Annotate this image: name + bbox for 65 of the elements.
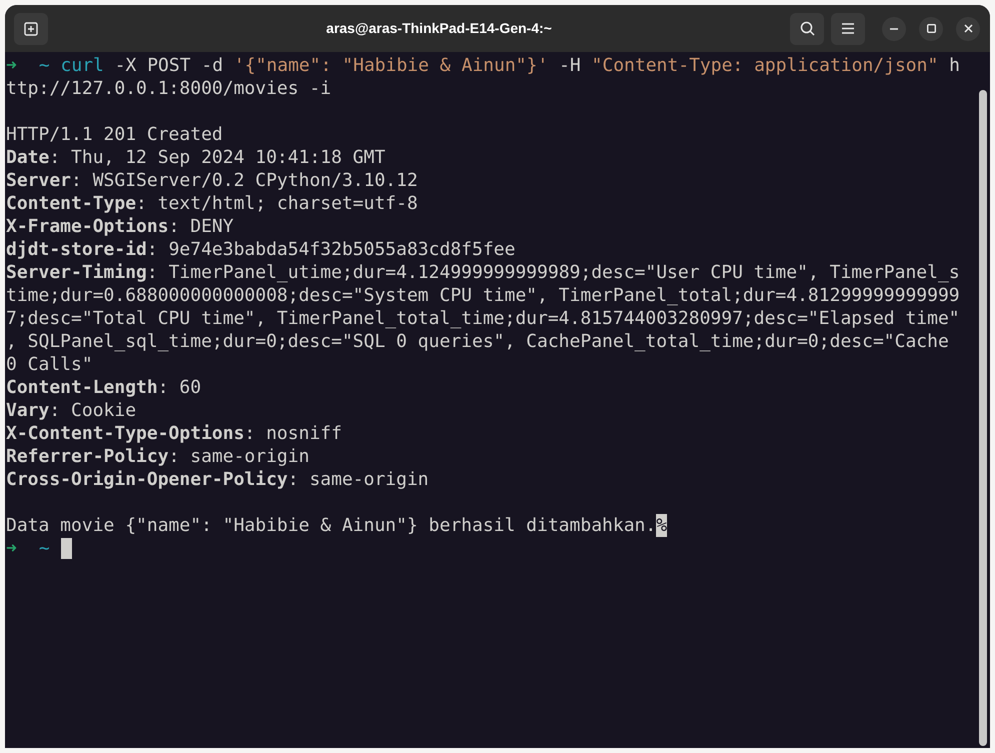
header-name: Server bbox=[6, 169, 72, 192]
header-value: TimerPanel_utime;dur=4.124999999999989;desc="User CPU time", TimerPanel_s bbox=[168, 261, 960, 284]
header-colon: : bbox=[168, 215, 180, 238]
maximize-button[interactable] bbox=[919, 16, 943, 40]
header-value: Cookie bbox=[71, 399, 136, 422]
header-name: X-Content-Type-Options bbox=[6, 422, 244, 445]
header-value: 60 bbox=[179, 376, 202, 399]
header-colon: : bbox=[136, 192, 147, 215]
header-value: nosniff bbox=[266, 422, 342, 445]
header-name: Cross-Origin-Opener-Policy bbox=[6, 468, 288, 491]
prompt-directory: ~ bbox=[38, 537, 50, 560]
command-token: h bbox=[949, 54, 960, 77]
minimize-icon bbox=[890, 28, 898, 30]
header-value: same-origin bbox=[309, 468, 429, 491]
output-line: Data movie {"name": "Habibie & Ainun"} berhasil ditambahkan. bbox=[6, 514, 656, 537]
close-icon bbox=[964, 24, 972, 33]
header-colon: : bbox=[244, 422, 256, 445]
header-colon: : bbox=[49, 399, 60, 422]
prompt-arrow: ➜ bbox=[6, 537, 17, 560]
output-line: time;dur=0.688000000000008;desc="System CPU time", TimerPanel_total;dur=4.81299999999999 bbox=[6, 284, 960, 307]
header-colon: : bbox=[49, 146, 60, 169]
header-value: same-origin bbox=[190, 445, 310, 468]
header-name: Content-Type bbox=[6, 192, 136, 215]
menu-button[interactable] bbox=[831, 12, 865, 44]
header-name: Server-Timing bbox=[6, 261, 147, 284]
command-token: -X POST -d bbox=[114, 54, 224, 77]
window-title: aras@aras-ThinkPad-E14-Gen-4:~ bbox=[326, 19, 552, 38]
output-line: HTTP/1.1 201 Created bbox=[6, 123, 223, 146]
output-line: 7;desc="Total CPU time", TimerPanel_total_time;dur=4.815744003280997;desc="Elapsed time" bbox=[6, 307, 960, 330]
header-value: text/html; charset=utf-8 bbox=[158, 192, 418, 215]
output-line: ttp://127.0.0.1:8000/movies -i bbox=[6, 77, 332, 100]
maximize-icon bbox=[926, 24, 936, 33]
search-icon bbox=[800, 21, 814, 36]
header-name: Vary bbox=[6, 399, 50, 422]
header-name: Referrer-Policy bbox=[6, 445, 169, 468]
header-colon: : bbox=[158, 376, 169, 399]
header-name: djdt-store-id bbox=[6, 238, 147, 261]
new-tab-button[interactable] bbox=[14, 12, 48, 44]
header-colon: : bbox=[288, 468, 299, 491]
prompt-directory: ~ bbox=[38, 54, 50, 77]
prompt-arrow: ➜ bbox=[6, 54, 17, 77]
header-colon: : bbox=[146, 261, 158, 284]
header-colon: : bbox=[146, 238, 158, 261]
command-token: "Content-Type: application/json" bbox=[592, 54, 938, 77]
header-value: WSGIServer/0.2 CPython/3.10.12 bbox=[92, 169, 418, 192]
header-value: 9e74e3babda54f32b5055a83cd8f5fee bbox=[168, 238, 516, 261]
header-name: X-Frame-Options bbox=[6, 215, 169, 238]
minimize-button[interactable] bbox=[882, 16, 906, 40]
text-cursor bbox=[60, 538, 72, 559]
header-value: DENY bbox=[190, 215, 234, 238]
close-button[interactable] bbox=[956, 16, 980, 40]
end-of-line-mark: % bbox=[656, 514, 668, 537]
output-line: , SQLPanel_sql_time;dur=0;desc="SQL 0 queries", CachePanel_total_time;dur=0;desc="Cache bbox=[6, 330, 949, 353]
header-name: Date bbox=[6, 146, 50, 169]
output-line: 0 Calls" bbox=[6, 353, 93, 376]
command-token: -H bbox=[559, 54, 581, 77]
header-colon: : bbox=[71, 169, 82, 192]
new-tab-icon bbox=[24, 22, 38, 36]
menu-icon bbox=[842, 23, 854, 34]
command-token: curl bbox=[60, 54, 104, 77]
header-value: Thu, 12 Sep 2024 10:41:18 GMT bbox=[71, 146, 386, 169]
command-token: '{"name": "Habibie & Ainun"}' bbox=[234, 54, 548, 77]
search-button[interactable] bbox=[790, 12, 824, 44]
header-colon: : bbox=[168, 445, 180, 468]
header-name: Content-Length bbox=[6, 376, 158, 399]
